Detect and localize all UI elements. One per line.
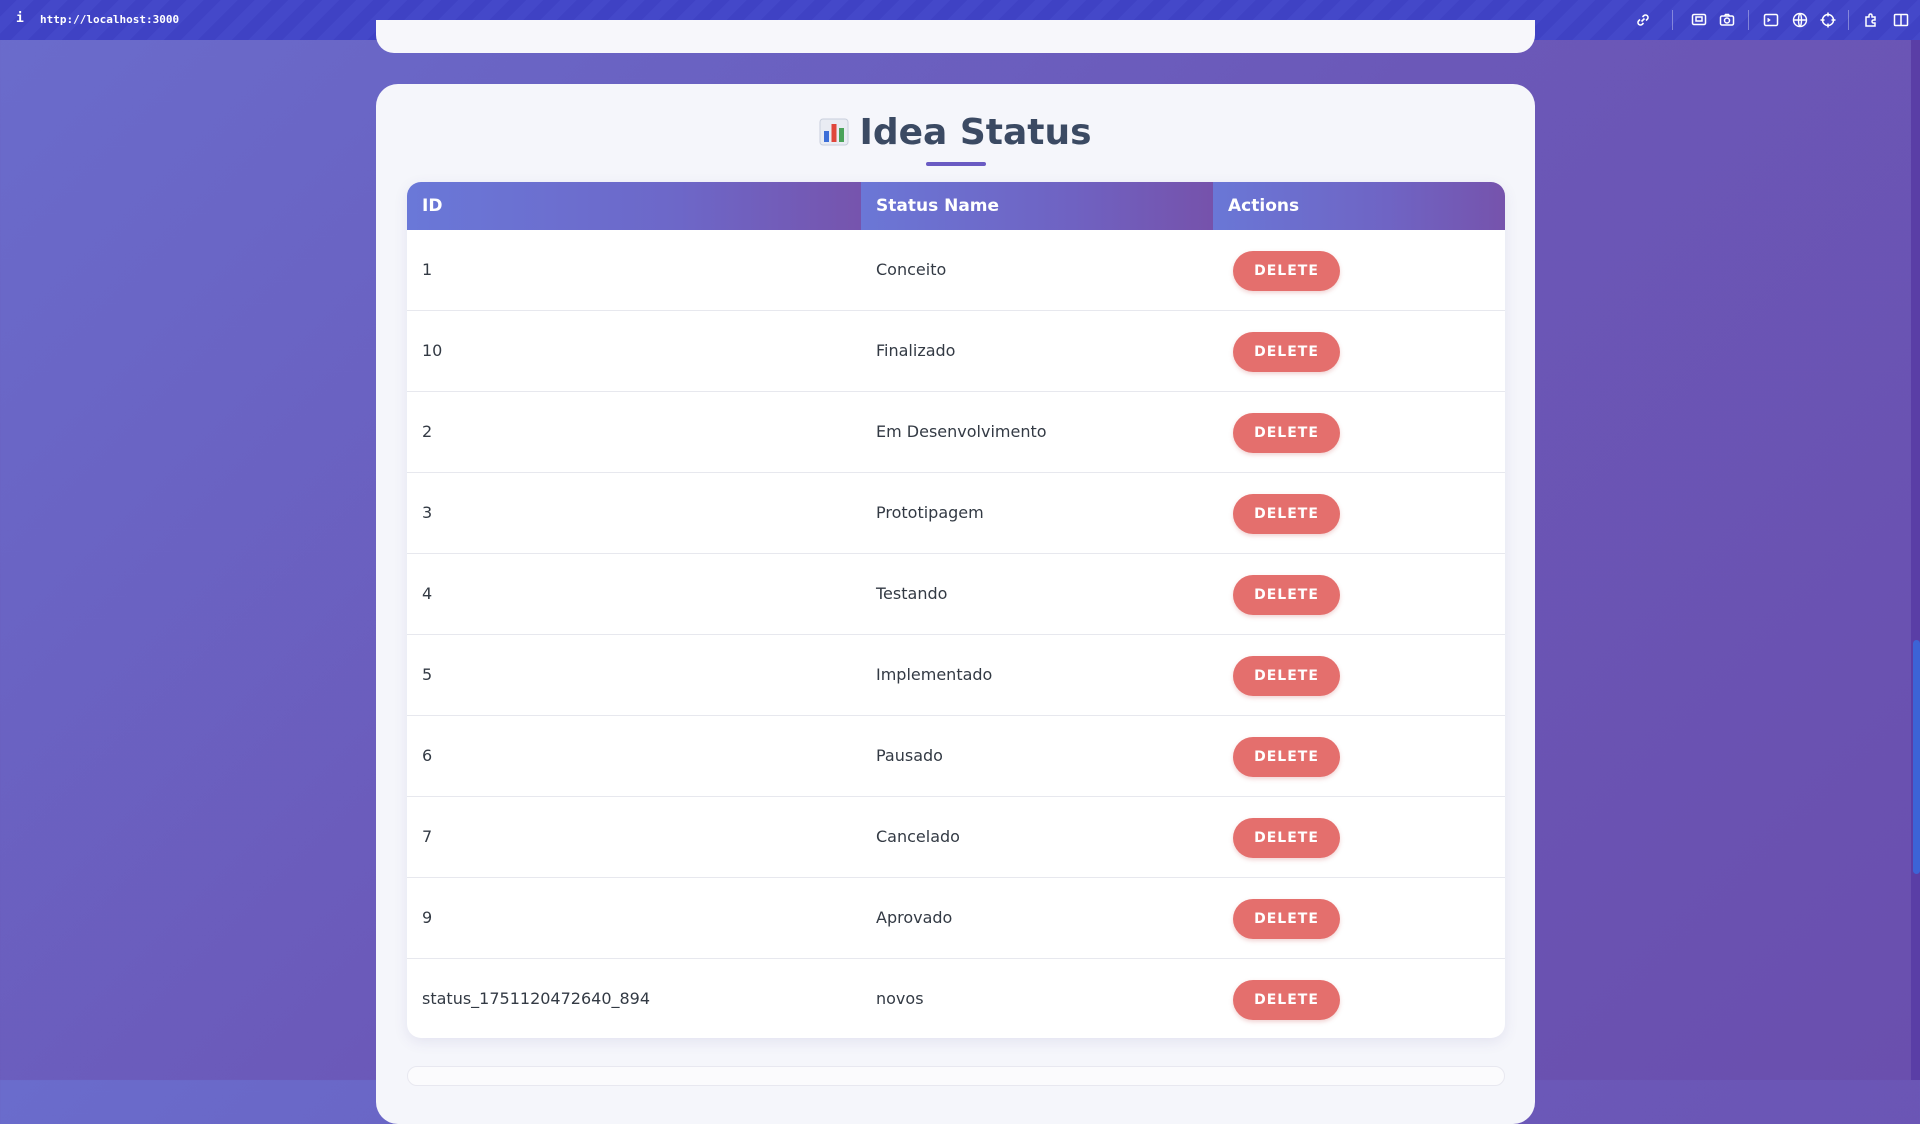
- table-body: 1 Conceito DELETE 10 Finalizado DELETE 2…: [407, 230, 1505, 1038]
- cell-id: 1: [422, 260, 433, 279]
- idea-status-card: Idea Status ID Status Name Actions 1 Con…: [376, 84, 1535, 1124]
- cell-status-name: Finalizado: [876, 341, 956, 360]
- cell-status-name: novos: [876, 989, 924, 1008]
- title-underline: [926, 162, 986, 166]
- table-row: 1 Conceito DELETE: [407, 230, 1505, 311]
- section-title: Idea Status: [376, 112, 1535, 156]
- delete-button[interactable]: DELETE: [1233, 980, 1340, 1020]
- next-section-card: [407, 1066, 1505, 1086]
- previous-section-card: [376, 20, 1535, 53]
- delete-button[interactable]: DELETE: [1233, 413, 1340, 453]
- extension-icon[interactable]: [1862, 11, 1880, 29]
- delete-button[interactable]: DELETE: [1233, 332, 1340, 372]
- info-icon[interactable]: i: [16, 11, 24, 26]
- status-table: ID Status Name Actions 1 Conceito DELETE…: [407, 182, 1505, 1038]
- table-row: status_1751120472640_894 novos DELETE: [407, 959, 1505, 1038]
- cell-id: 6: [422, 746, 433, 765]
- table-row: 6 Pausado DELETE: [407, 716, 1505, 797]
- section-title-text: Idea Status: [859, 112, 1092, 153]
- cell-id: 2: [422, 422, 433, 441]
- cell-id: 5: [422, 665, 433, 684]
- table-row: 9 Aprovado DELETE: [407, 878, 1505, 959]
- column-header-id: ID: [407, 182, 861, 230]
- table-row: 3 Prototipagem DELETE: [407, 473, 1505, 554]
- cell-id: 3: [422, 503, 433, 522]
- cell-id: 10: [422, 341, 443, 360]
- cell-status-name: Prototipagem: [876, 503, 984, 522]
- delete-button[interactable]: DELETE: [1233, 494, 1340, 534]
- delete-button[interactable]: DELETE: [1233, 251, 1340, 291]
- link-icon[interactable]: [1634, 11, 1652, 29]
- column-header-actions: Actions: [1213, 182, 1505, 230]
- toolbar-divider: [1848, 10, 1849, 30]
- bar-chart-icon: [819, 115, 849, 156]
- screenshot-icon[interactable]: [1690, 11, 1708, 29]
- scrollbar-track[interactable]: [1911, 40, 1920, 1080]
- camera-icon[interactable]: [1718, 11, 1736, 29]
- cell-id: 4: [422, 584, 433, 603]
- table-row: 10 Finalizado DELETE: [407, 311, 1505, 392]
- crosshair-icon[interactable]: [1819, 11, 1837, 29]
- table-row: 2 Em Desenvolvimento DELETE: [407, 392, 1505, 473]
- delete-button[interactable]: DELETE: [1233, 899, 1340, 939]
- delete-button[interactable]: DELETE: [1233, 818, 1340, 858]
- delete-button[interactable]: DELETE: [1233, 737, 1340, 777]
- table-row: 5 Implementado DELETE: [407, 635, 1505, 716]
- delete-button[interactable]: DELETE: [1233, 656, 1340, 696]
- cell-status-name: Conceito: [876, 260, 947, 279]
- toolbar-divider: [1672, 10, 1673, 30]
- toolbar-divider: [1748, 10, 1749, 30]
- globe-icon[interactable]: [1791, 11, 1809, 29]
- cell-status-name: Implementado: [876, 665, 993, 684]
- cell-status-name: Pausado: [876, 746, 943, 765]
- column-header-status-name: Status Name: [861, 182, 1213, 230]
- cell-id: 7: [422, 827, 433, 846]
- cell-id: status_1751120472640_894: [422, 989, 651, 1008]
- cell-status-name: Em Desenvolvimento: [876, 422, 1047, 441]
- address-bar[interactable]: http://localhost:3000: [40, 13, 179, 26]
- table-row: 4 Testando DELETE: [407, 554, 1505, 635]
- scrollbar-thumb[interactable]: [1913, 640, 1920, 874]
- cell-status-name: Aprovado: [876, 908, 953, 927]
- delete-button[interactable]: DELETE: [1233, 575, 1340, 615]
- cell-status-name: Cancelado: [876, 827, 960, 846]
- sidebar-icon[interactable]: [1892, 11, 1910, 29]
- table-header: ID Status Name Actions: [407, 182, 1505, 230]
- cell-status-name: Testando: [876, 584, 948, 603]
- table-row: 7 Cancelado DELETE: [407, 797, 1505, 878]
- cell-id: 9: [422, 908, 433, 927]
- terminal-icon[interactable]: [1762, 11, 1780, 29]
